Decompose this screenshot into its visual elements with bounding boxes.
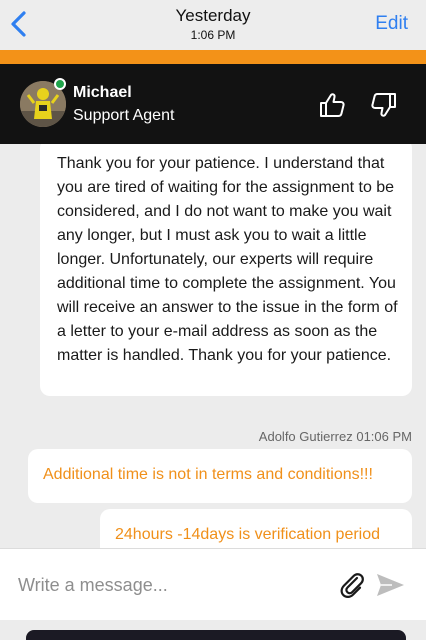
thumbs-down-icon[interactable] bbox=[370, 91, 398, 119]
top-nav-bar: Yesterday 1:06 PM Edit bbox=[0, 0, 426, 50]
nav-title: Yesterday bbox=[175, 6, 251, 25]
edit-button[interactable]: Edit bbox=[375, 13, 408, 35]
message-list[interactable]: Thank you for your patience. I understan… bbox=[0, 144, 426, 548]
agent-role: Support Agent bbox=[73, 107, 175, 124]
send-icon[interactable] bbox=[374, 571, 406, 599]
agent-header: Michael Support Agent bbox=[0, 64, 426, 144]
online-status-indicator bbox=[54, 78, 66, 90]
message-input[interactable] bbox=[18, 573, 318, 597]
paperclip-icon[interactable] bbox=[338, 571, 366, 599]
message-composer bbox=[0, 548, 426, 620]
accent-bar bbox=[0, 50, 426, 64]
background-content-preview bbox=[26, 630, 406, 640]
user-message-bubble: 24hours -14days is verification period bbox=[100, 509, 412, 548]
agent-message-bubble: Thank you for your patience. I understan… bbox=[40, 144, 412, 396]
agent-name: Michael bbox=[73, 84, 132, 101]
thumbs-up-icon[interactable] bbox=[318, 91, 346, 119]
message-sender-timestamp: Adolfo Gutierrez 01:06 PM bbox=[258, 429, 412, 444]
user-message-bubble: Additional time is not in terms and cond… bbox=[28, 449, 412, 503]
nav-time: 1:06 PM bbox=[190, 28, 236, 42]
